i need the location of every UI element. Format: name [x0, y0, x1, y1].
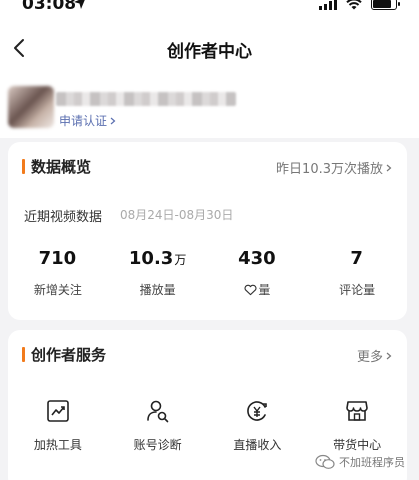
page-title: 创作者中心 [167, 42, 252, 62]
tool-label: 加热工具 [33, 438, 82, 452]
chevron-right-icon [110, 117, 116, 124]
status-bar: 03:08 [0, 0, 419, 20]
yesterday-plays-label: 昨日10.3万次播放 [276, 162, 383, 177]
wechat-icon [315, 454, 335, 469]
chevron-right-icon [386, 352, 392, 359]
chevron-right-icon [386, 164, 392, 171]
nav-bar: 创作者中心 [0, 20, 419, 78]
stat-likes[interactable]: 430 量 [208, 248, 308, 298]
battery-icon [371, 0, 400, 10]
data-overview-card: 数据概览 昨日10.3万次播放 近期视频数据 08月24日-08月30日 710… [8, 142, 407, 320]
stats-row: 710 新增关注 10.3万 播放量 430 量 7 评论量 [8, 248, 407, 298]
creator-services-title: 创作者服务 [31, 346, 107, 364]
avatar[interactable] [8, 86, 54, 128]
account-diagnosis-icon [146, 400, 168, 423]
stat-label: 评论量 [339, 283, 376, 297]
cellular-signal-icon [319, 0, 337, 10]
data-overview-header: 数据概览 昨日10.3万次播放 [22, 156, 393, 178]
stat-value: 430 [238, 248, 276, 269]
trend-chart-icon [47, 400, 69, 422]
certify-label: 申请认证 [59, 114, 108, 128]
status-icons [319, 0, 400, 10]
data-overview-title: 数据概览 [31, 158, 92, 176]
wifi-icon [346, 0, 362, 10]
username-blurred [56, 92, 236, 106]
stat-new-followers[interactable]: 710 新增关注 [8, 248, 108, 298]
section-accent-bar [22, 347, 25, 362]
more-services-link[interactable]: 更多 [357, 346, 393, 365]
section-accent-bar [22, 159, 25, 174]
stat-label: 量 [208, 281, 308, 298]
stat-label: 播放量 [139, 283, 176, 297]
more-label: 更多 [356, 350, 383, 365]
status-time: 03:08 [22, 0, 77, 14]
date-range: 08月24日-08月30日 [120, 208, 234, 222]
stat-plays[interactable]: 10.3万 播放量 [108, 248, 208, 298]
live-income-icon [247, 401, 268, 421]
tool-label: 带货中心 [333, 438, 382, 452]
watermark-text: 不加班程序员 [339, 456, 405, 469]
creator-services-header: 创作者服务 更多 [22, 344, 393, 366]
watermark: 不加班程序员 [315, 454, 405, 470]
recent-video-data-label: 近期视频数据 [24, 210, 103, 225]
tool-label: 直播收入 [233, 438, 282, 452]
tool-boost[interactable]: 加热工具 [8, 398, 108, 453]
stat-comments[interactable]: 7 评论量 [307, 248, 407, 298]
profile-header: 申请认证 [0, 78, 419, 138]
stat-value: 710 [38, 248, 77, 269]
heart-icon [244, 284, 257, 295]
yesterday-plays-link[interactable]: 昨日10.3万次播放 [276, 158, 393, 177]
stat-value: 10.3万 [128, 248, 187, 269]
stat-value: 7 [350, 248, 363, 269]
stat-label: 新增关注 [33, 283, 82, 297]
services-grid: 加热工具 账号诊断 直播收入 带货中心 [8, 398, 407, 453]
tool-sales-center[interactable]: 带货中心 [307, 398, 407, 453]
tool-label: 账号诊断 [133, 438, 182, 452]
location-arrow-icon [74, 0, 85, 9]
store-icon [346, 401, 368, 421]
tool-account-diagnosis[interactable]: 账号诊断 [108, 398, 208, 453]
apply-certification-link[interactable]: 申请认证 [59, 112, 117, 129]
tool-live-income[interactable]: 直播收入 [208, 398, 308, 453]
